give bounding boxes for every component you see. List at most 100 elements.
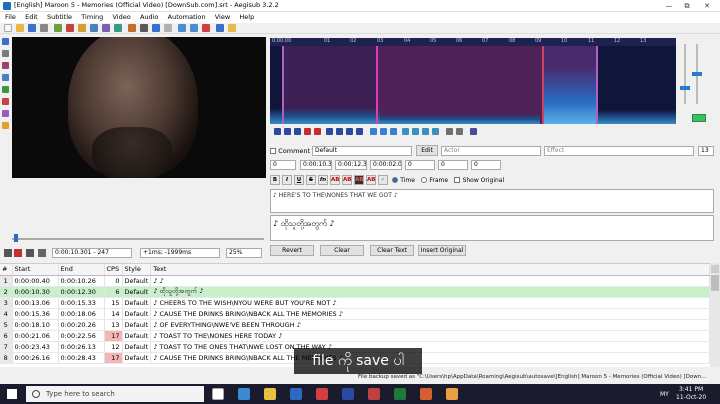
revert-button[interactable]: Revert: [270, 245, 314, 256]
style-cell[interactable]: Default: [122, 297, 152, 309]
maximize-button[interactable]: ⧉: [680, 0, 694, 12]
play-last-500ms-icon[interactable]: [336, 128, 343, 135]
text-cell[interactable]: ♪ TOAST TO THE ONES THAT\NWE LOST ON THE…: [150, 341, 710, 353]
row-number-cell[interactable]: 8: [0, 352, 13, 364]
replace-icon[interactable]: [190, 24, 198, 32]
taskbar-search-box[interactable]: Type here to search: [26, 386, 204, 402]
start-time-cell[interactable]: 0:00:26.16: [12, 352, 59, 364]
table-row[interactable]: 3 0:00:13.06 0:00:15.33 15 Default ♪ CHEERS T…: [0, 297, 710, 309]
insert-original-button[interactable]: Insert Original: [418, 245, 466, 256]
cps-cell[interactable]: 0: [104, 275, 123, 287]
scroll-up-icon[interactable]: [711, 265, 719, 273]
open-video-icon[interactable]: [54, 24, 62, 32]
margin-l-field[interactable]: 0: [405, 160, 435, 170]
grid-scrollbar[interactable]: [710, 263, 720, 367]
row-number-cell[interactable]: 6: [0, 330, 13, 342]
cps-cell[interactable]: 14: [104, 308, 123, 320]
chrome-icon[interactable]: [316, 388, 328, 400]
style-cell[interactable]: Default: [122, 341, 152, 353]
clip-icon[interactable]: [2, 98, 9, 105]
style-cell[interactable]: Default: [122, 352, 152, 364]
secondary-color-button[interactable]: AB: [342, 175, 352, 185]
file-explorer-icon[interactable]: [264, 388, 276, 400]
karaoke-mode-icon[interactable]: [470, 128, 477, 135]
menu-subtitle[interactable]: Subtitle: [47, 12, 72, 23]
text-cell[interactable]: ♪ CAUSE THE DRINKS BRING\NBACK ALL THE M…: [150, 308, 710, 320]
link-volume-icon[interactable]: [692, 114, 706, 122]
style-select[interactable]: Default: [312, 146, 412, 156]
layer-field[interactable]: 0: [270, 160, 296, 170]
help-tool-icon[interactable]: [2, 122, 9, 129]
auto-commit-icon[interactable]: [456, 128, 463, 135]
close-button[interactable]: ✕: [700, 0, 714, 12]
play-to-end-icon[interactable]: [356, 128, 363, 135]
current-time-field[interactable]: 0:00:10.301 - 247: [52, 248, 132, 258]
video-display[interactable]: [12, 37, 266, 178]
text-cell[interactable]: ♪ ထိုသူတို့အတွက် ♪: [150, 286, 710, 298]
text-cell[interactable]: ♪ TOAST TO THE\NONES HERE TODAY ♪: [150, 330, 710, 342]
end-time-cell[interactable]: 0:00:26.13: [58, 341, 105, 353]
save-file-icon[interactable]: [28, 24, 36, 32]
selected-line-region[interactable]: [376, 46, 542, 124]
input-language[interactable]: MY: [660, 391, 669, 398]
table-row[interactable]: 6 0:00:21.06 0:00:22.56 17 Default ♪ TOAST TO…: [0, 330, 710, 342]
row-number-cell[interactable]: 7: [0, 341, 13, 353]
bold-button[interactable]: B: [270, 175, 280, 185]
menu-video[interactable]: Video: [112, 12, 130, 23]
start-time-cell[interactable]: 0:00:15.36: [12, 308, 59, 320]
go-to-icon[interactable]: [390, 128, 397, 135]
margin-v-field[interactable]: 0: [471, 160, 501, 170]
col-style-header[interactable]: Style: [122, 264, 152, 276]
strikeout-button[interactable]: S: [306, 175, 316, 185]
line-boundary[interactable]: [596, 46, 598, 124]
timing-post-processor-icon[interactable]: [140, 24, 148, 32]
kanji-timer-icon[interactable]: [152, 24, 160, 32]
style-cell[interactable]: Default: [122, 308, 152, 320]
waveform-mode-icon[interactable]: [412, 128, 419, 135]
open-audio-icon[interactable]: [66, 24, 74, 32]
text-cell[interactable]: ♪ CHEERS TO THE WISH\NYOU WERE BUT YOU'R…: [150, 297, 710, 309]
cps-cell[interactable]: 6: [104, 286, 123, 298]
play-line-icon[interactable]: [14, 249, 22, 257]
edge-icon[interactable]: [238, 388, 250, 400]
task-view-icon[interactable]: [212, 388, 224, 400]
automation-icon[interactable]: [164, 24, 172, 32]
play-icon[interactable]: [4, 249, 12, 257]
properties-icon[interactable]: [78, 24, 86, 32]
video-seek-bar[interactable]: [12, 238, 264, 240]
table-row[interactable]: 5 0:00:18.10 0:00:20.26 13 Default ♪ OF EVERY…: [0, 319, 710, 331]
style-cell[interactable]: Default: [122, 275, 152, 287]
prev-line-icon[interactable]: [274, 128, 281, 135]
end-time-cell[interactable]: 0:00:28.43: [58, 352, 105, 364]
row-number-cell[interactable]: 5: [0, 319, 13, 331]
word-icon[interactable]: [342, 388, 354, 400]
find-icon[interactable]: [178, 24, 186, 32]
zoom-slider-thumb[interactable]: [680, 86, 690, 90]
menu-view[interactable]: View: [215, 12, 230, 23]
clear-text-button[interactable]: Clear Text: [370, 245, 414, 256]
commit-icon[interactable]: [370, 128, 377, 135]
vector-clip-icon[interactable]: [2, 110, 9, 117]
line-boundary[interactable]: [282, 46, 284, 124]
end-time-cell[interactable]: 0:00:12.30: [58, 286, 105, 298]
text-cell[interactable]: ♪ ♪: [150, 275, 710, 287]
cps-cell[interactable]: 17: [104, 352, 123, 364]
end-time-field[interactable]: 0:00:12.30: [335, 160, 367, 170]
scroll-to-selection-icon[interactable]: [380, 128, 387, 135]
cps-cell[interactable]: 15: [104, 297, 123, 309]
style-cell[interactable]: Default: [122, 330, 152, 342]
new-file-icon[interactable]: [4, 24, 12, 32]
table-row[interactable]: 4 0:00:15.36 0:00:18.06 14 Default ♪ CAUSE TH…: [0, 308, 710, 320]
video-seek-thumb[interactable]: [14, 234, 18, 242]
margin-r-field[interactable]: 0: [438, 160, 468, 170]
end-time-cell[interactable]: 0:00:20.26: [58, 319, 105, 331]
scale-icon[interactable]: [2, 86, 9, 93]
zoom-select[interactable]: 25%: [226, 248, 262, 258]
play-selection-icon[interactable]: [284, 128, 291, 135]
excel-icon[interactable]: [394, 388, 406, 400]
menu-automation[interactable]: Automation: [168, 12, 206, 23]
open-file-icon[interactable]: [16, 24, 24, 32]
play-before-icon[interactable]: [314, 128, 321, 135]
spell-check-icon[interactable]: [202, 24, 210, 32]
aegisub-taskbar-icon[interactable]: [446, 388, 458, 400]
